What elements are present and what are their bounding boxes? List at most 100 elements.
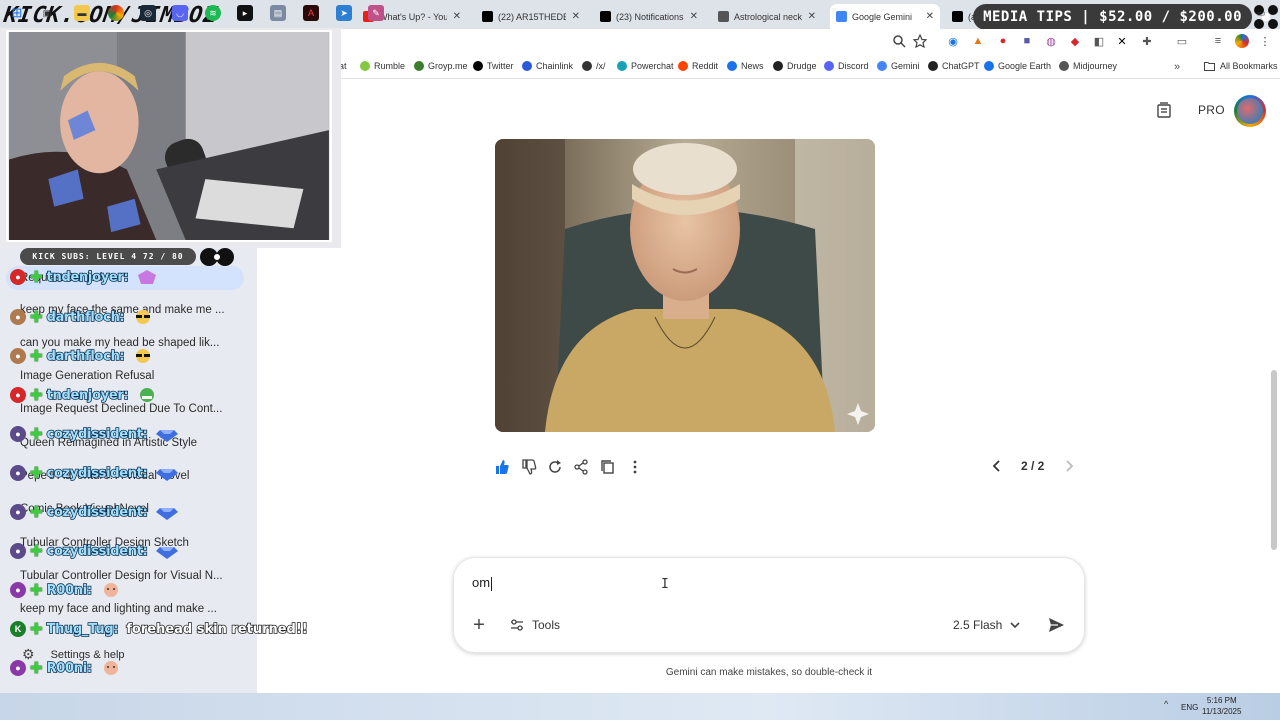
globe-icon: [718, 11, 729, 22]
close-tab-icon[interactable]: ✕: [808, 11, 816, 22]
x-icon: [600, 11, 611, 22]
close-tab-icon[interactable]: ✕: [572, 11, 580, 22]
prompt-input[interactable]: om: [472, 575, 972, 591]
app-icon[interactable]: ✎: [368, 5, 384, 21]
adobe-icon[interactable]: A: [303, 5, 319, 21]
bookmark-item[interactable]: Twitter: [473, 61, 514, 71]
bookmark-label: News: [741, 61, 764, 71]
tray-overflow-icon[interactable]: ^: [1164, 699, 1168, 709]
tools-button[interactable]: Tools: [510, 616, 560, 634]
thumbs-up-icon[interactable]: [494, 459, 510, 475]
bookmark-item[interactable]: Powerchat: [617, 61, 674, 71]
extensions-puzzle-icon[interactable]: ✚: [1140, 34, 1154, 48]
bookmark-item[interactable]: Drudge: [773, 61, 817, 71]
send-icon[interactable]: [1046, 615, 1066, 635]
extension-icon[interactable]: ◆: [1068, 34, 1082, 48]
extension-badge-icon[interactable]: ●: [996, 34, 1010, 48]
chevron-left-icon[interactable]: [990, 459, 1004, 473]
bookmark-item[interactable]: /x/: [582, 61, 606, 71]
x-extension-icon[interactable]: ✕: [1115, 34, 1129, 48]
chrome-icon[interactable]: [108, 5, 124, 21]
bookmark-item[interactable]: ChatGPT: [928, 61, 980, 71]
subscriber-plus-icon: ✚: [30, 387, 43, 404]
all-bookmarks-button[interactable]: All Bookmarks: [1204, 61, 1278, 71]
menu-kebab-icon[interactable]: ⋮: [1258, 34, 1272, 48]
bookmark-item[interactable]: Discord: [824, 61, 869, 71]
bookmark-star-icon[interactable]: [913, 34, 927, 48]
reading-list-icon[interactable]: ≡: [1211, 34, 1225, 48]
extension-icon[interactable]: ◉: [946, 34, 960, 48]
telegram-icon[interactable]: ➤: [336, 5, 352, 21]
app-icon[interactable]: ▤: [270, 5, 286, 21]
chevron-right-icon[interactable]: [1062, 459, 1076, 473]
chevron-down-icon: [1010, 622, 1020, 629]
extension-icon[interactable]: ◍: [1044, 34, 1058, 48]
terminal-icon[interactable]: ▸: [237, 5, 253, 21]
chat-message: ● ✚ R00ni:: [10, 581, 122, 599]
recent-chat-item[interactable]: Image Request Declined Due To Cont...: [20, 403, 250, 415]
close-tab-icon[interactable]: ✕: [453, 11, 461, 22]
bookmark-item[interactable]: Midjourney: [1059, 61, 1117, 71]
bookmark-item[interactable]: Reddit: [678, 61, 718, 71]
browser-tab[interactable]: Google Gemini ✕: [830, 4, 940, 29]
taskbar-clock[interactable]: 5:16 PM 11/13/2025: [1202, 695, 1241, 717]
gemini-icon: [836, 11, 847, 22]
bookmark-item[interactable]: Gemini: [877, 61, 920, 71]
chat-message: ● ✚ darthfloch:: [10, 308, 154, 326]
settings-label: Settings & help: [50, 648, 125, 661]
profile-avatar-icon[interactable]: [1235, 34, 1249, 48]
model-selector[interactable]: 2.5 Flash: [953, 617, 1020, 633]
spotify-icon[interactable]: ≋: [205, 5, 221, 21]
bookmark-item[interactable]: Groyp.me: [414, 61, 468, 71]
media-tips-banner: MEDIA TIPS | $52.00 / $200.00: [973, 4, 1252, 30]
chat-username: darthfloch:: [46, 309, 126, 326]
close-tab-icon[interactable]: ✕: [690, 11, 698, 22]
zoom-icon[interactable]: [892, 34, 906, 48]
language-indicator[interactable]: ENG: [1181, 703, 1198, 712]
thumbs-down-icon[interactable]: [521, 459, 537, 475]
metamask-icon[interactable]: ▲: [971, 34, 985, 48]
task-view-icon[interactable]: ▣: [39, 5, 55, 21]
browser-tab[interactable]: (23) Notifications / ✕: [594, 4, 704, 29]
bookmark-item[interactable]: Chainlink: [522, 61, 573, 71]
browser-tab[interactable]: Astrological neck p ✕: [712, 4, 822, 29]
bookmark-label: Twitter: [487, 61, 514, 71]
recent-chat-item[interactable]: keep my face and lighting and make ...: [20, 603, 250, 615]
clock-date: 11/13/2025: [1202, 707, 1242, 716]
regenerate-icon[interactable]: [547, 459, 563, 475]
chat-message-text: forehead skin returned!!: [126, 621, 309, 638]
more-options-icon[interactable]: [627, 459, 643, 475]
extension-icon[interactable]: ◧: [1092, 34, 1106, 48]
bookmark-item[interactable]: Google Earth: [984, 61, 1051, 71]
chat-username: R00ni:: [46, 582, 93, 599]
add-file-button[interactable]: +: [470, 615, 488, 635]
copy-icon[interactable]: [600, 459, 616, 475]
page-scrollbar[interactable]: [1271, 370, 1277, 550]
extension-icon[interactable]: ■: [1020, 34, 1034, 48]
conversation-history-icon[interactable]: [1156, 102, 1172, 118]
subscriber-plus-icon: ✚: [30, 582, 43, 599]
discord-icon[interactable]: ◡: [172, 5, 188, 21]
bookmarks-overflow-icon[interactable]: »: [1170, 60, 1184, 74]
generated-image[interactable]: [495, 139, 875, 432]
file-explorer-icon[interactable]: ▬: [74, 5, 90, 21]
browser-tab[interactable]: (22) AR15THEDEMO ✕: [476, 4, 586, 29]
share-icon[interactable]: [573, 459, 589, 475]
steam-icon[interactable]: ◎: [140, 5, 156, 21]
subscriber-plus-icon: ✚: [30, 465, 43, 482]
recent-chat-item[interactable]: Image Generation Refusal: [20, 370, 250, 382]
cast-icon[interactable]: ▭: [1175, 34, 1189, 48]
user-badge-icon: ●: [10, 309, 26, 325]
gear-icon: ⚙: [22, 646, 35, 662]
user-avatar[interactable]: [1234, 95, 1266, 127]
settings-and-help-button[interactable]: ⚙ Settings & help: [22, 646, 125, 663]
tab-label: (22) AR15THEDEMO: [498, 11, 566, 22]
pro-badge[interactable]: PRO: [1198, 103, 1225, 117]
close-tab-icon[interactable]: ✕: [926, 11, 934, 22]
start-menu-icon[interactable]: ⊞: [9, 5, 25, 21]
bookmark-item[interactable]: Rumble: [360, 61, 405, 71]
notifications-icon[interactable]: ▭: [1253, 5, 1269, 21]
bookmark-label: Reddit: [692, 61, 719, 71]
bookmark-item[interactable]: News: [727, 61, 764, 71]
chat-message: ● ✚ cozydissident:: [10, 464, 178, 482]
